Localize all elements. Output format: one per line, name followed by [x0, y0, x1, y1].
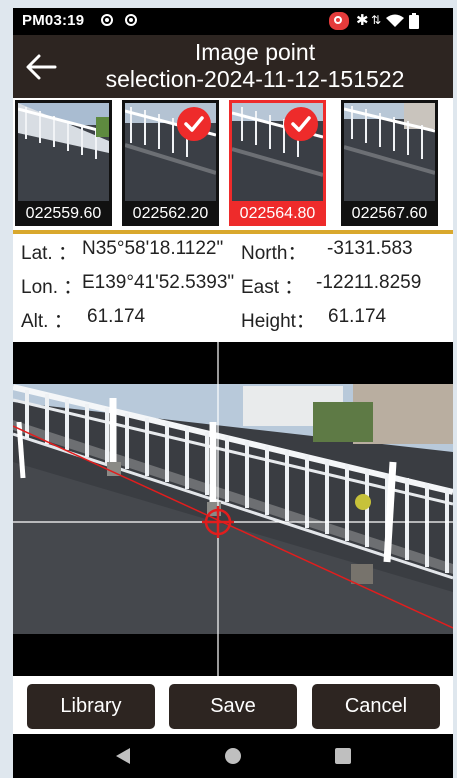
- page-title-line2: selection-2024-11-12-151522: [105, 66, 405, 92]
- alt-value: 61.174: [87, 306, 146, 327]
- image-viewer[interactable]: [13, 342, 453, 676]
- cancel-button[interactable]: Cancel: [312, 684, 440, 729]
- action-bar: Library Save Cancel: [13, 676, 453, 734]
- library-button[interactable]: Library: [27, 684, 155, 729]
- nav-recents-icon[interactable]: [335, 748, 351, 764]
- phone-screen: PM03:19 ✱ ⇅ Image point selection-2024-1…: [13, 8, 453, 778]
- nav-back-icon[interactable]: [116, 748, 130, 764]
- thumbnail-item-selected[interactable]: 022564.80: [229, 100, 326, 226]
- lat-label: Lat. ：: [21, 243, 77, 264]
- wifi-icon: [386, 14, 404, 27]
- lat-value: N35°58'18.1122": [82, 238, 224, 259]
- data-arrows-icon: ⇅: [371, 13, 382, 27]
- arrow-left-icon[interactable]: [25, 53, 57, 81]
- coordinate-panel: Lat. ： N35°58'18.1122" North： -3131.583 …: [13, 234, 453, 342]
- sync-icon: [101, 14, 113, 26]
- alt-label: Alt. ：: [21, 311, 73, 332]
- thumbnail-image: [344, 103, 435, 201]
- thumbnail-label: 022562.20: [132, 205, 209, 222]
- system-nav-bar: [13, 734, 453, 778]
- bluetooth-icon: ✱: [356, 12, 369, 29]
- thumbnail-strip: 022559.60 022562.20 022564.80 022567.60: [13, 98, 453, 236]
- height-label: Height：: [241, 311, 315, 332]
- thumbnail-item[interactable]: 022567.60: [341, 100, 438, 226]
- sync-icon: [125, 14, 137, 26]
- east-value: -12211.8259: [316, 272, 422, 293]
- north-value: -3131.583: [327, 238, 413, 259]
- thumbnail-item[interactable]: 022562.20: [122, 100, 219, 226]
- title-bar: Image point selection-2024-11-12-151522: [13, 35, 453, 98]
- height-value: 61.174: [328, 306, 387, 327]
- camera-photo: [13, 384, 453, 634]
- status-time: PM03:19: [22, 12, 85, 29]
- checked-icon: [177, 107, 211, 141]
- lon-value: E139°41'52.5393": [82, 272, 235, 293]
- page-title: Image point selection-2024-11-12-151522: [63, 39, 447, 93]
- nav-home-icon[interactable]: [225, 748, 241, 764]
- thumbnail-label: 022567.60: [351, 205, 428, 222]
- battery-icon: [409, 13, 419, 29]
- save-button[interactable]: Save: [169, 684, 297, 729]
- status-bar: PM03:19 ✱ ⇅: [13, 8, 453, 35]
- thumbnail-label: 022564.80: [239, 205, 316, 222]
- thumbnail-item[interactable]: 022559.60: [15, 100, 112, 226]
- thumbnail-image: [18, 103, 109, 201]
- checked-icon: [284, 107, 318, 141]
- north-label: North：: [241, 243, 307, 264]
- screen-record-icon: [329, 12, 349, 30]
- east-label: East ：: [241, 277, 304, 298]
- page-title-line1: Image point: [194, 39, 316, 65]
- thumbnail-label: 022559.60: [25, 205, 102, 222]
- lon-label: Lon. ：: [21, 277, 83, 298]
